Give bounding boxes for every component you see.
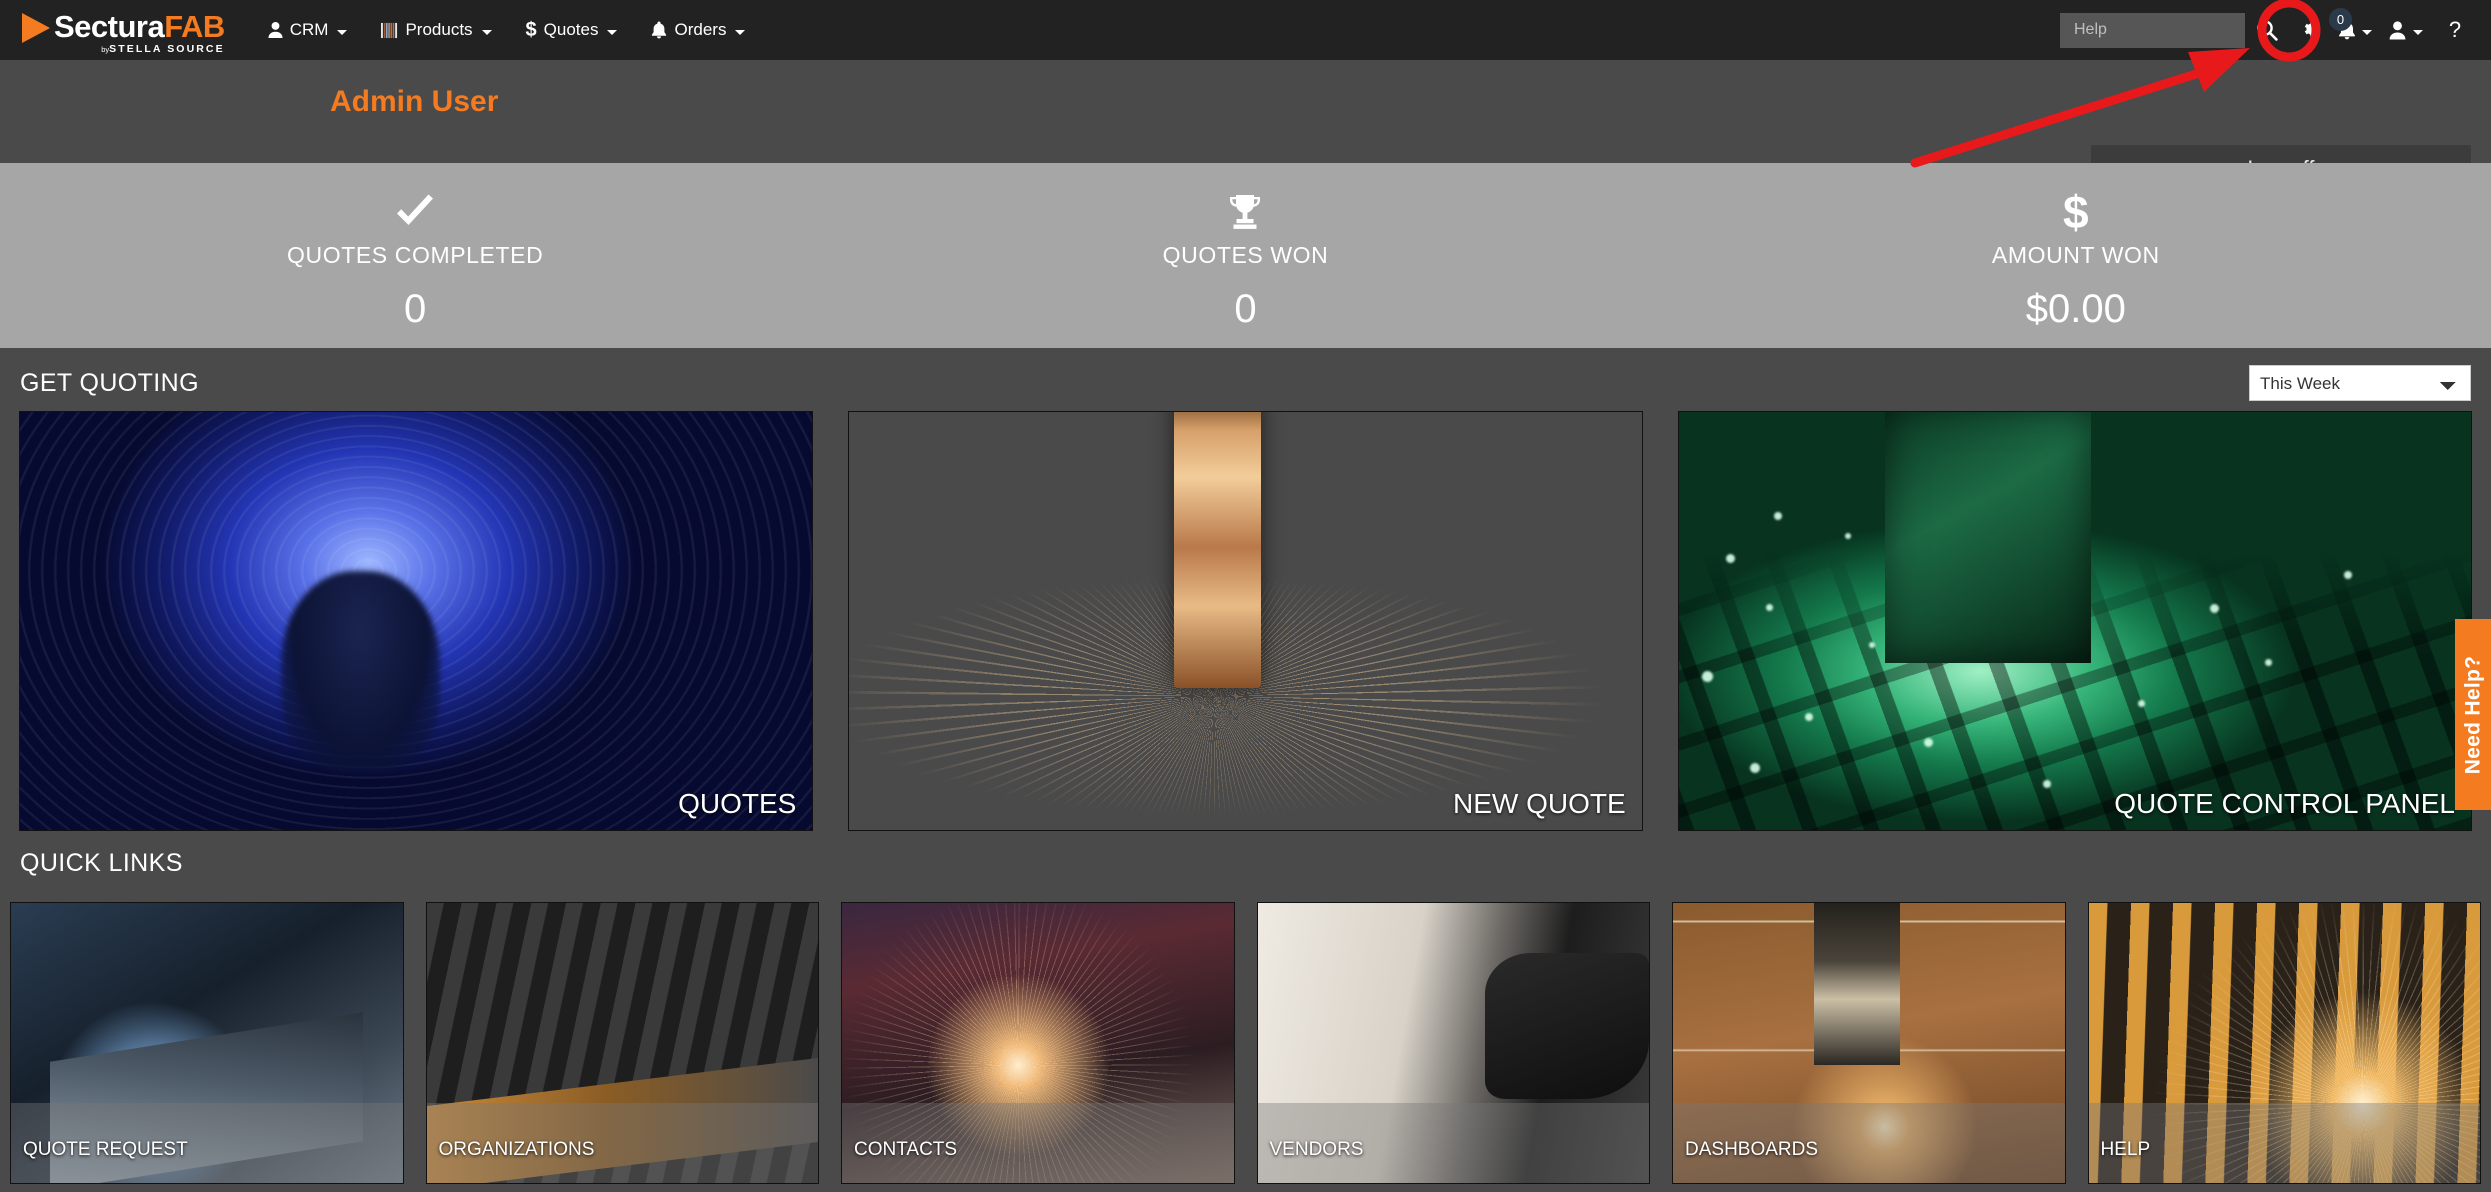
navbar-right-controls: 0 ? xyxy=(2060,0,2491,60)
nav-item-products-label: Products xyxy=(405,20,473,39)
help-icon[interactable]: ? xyxy=(2433,0,2477,60)
navbar-menu: CRM Products $ Quotes Orders xyxy=(251,0,763,60)
barcode-icon xyxy=(381,22,398,39)
chevron-down-icon xyxy=(337,29,348,35)
quick-link-quote-request[interactable]: QUOTE REQUEST xyxy=(10,902,404,1184)
get-quoting-tiles: QUOTES NEW QUOTE QUOTE CONTROL PANEL xyxy=(19,411,2472,831)
stat-label: AMOUNT WON xyxy=(1991,241,2160,268)
quick-links-tiles: QUOTE REQUEST ORGANIZATIONS CONTACTS VEN… xyxy=(10,902,2481,1187)
dollar-icon: $ xyxy=(2063,185,2089,238)
stats-bar: QUOTES COMPLETED 0 QUOTES WON 0 $ AMOUNT… xyxy=(0,163,2491,348)
gear-icon[interactable] xyxy=(2289,0,2333,60)
account-menu-button[interactable] xyxy=(2377,0,2433,60)
stat-quotes-completed: QUOTES COMPLETED 0 xyxy=(0,163,830,348)
quick-link-organizations[interactable]: ORGANIZATIONS xyxy=(425,902,819,1184)
nav-item-orders-label: Orders xyxy=(674,20,727,39)
tile-new-quote-image xyxy=(849,412,1641,830)
quick-link-help[interactable]: HELP xyxy=(2087,902,2481,1184)
nav-item-quotes-label: Quotes xyxy=(543,20,599,39)
quick-link-organizations-label: ORGANIZATIONS xyxy=(438,1139,595,1160)
nav-item-crm-label: CRM xyxy=(289,20,329,39)
tile-new-quote[interactable]: NEW QUOTE xyxy=(848,411,1643,831)
stat-value: $0.00 xyxy=(2025,286,2126,331)
dollar-icon: $ xyxy=(525,18,537,41)
stat-label: QUOTES COMPLETED xyxy=(287,241,544,268)
tile-quotes[interactable]: QUOTES xyxy=(19,411,814,831)
quick-link-contacts[interactable]: CONTACTS xyxy=(841,902,1235,1184)
brand-name: SecturaFAB xyxy=(54,11,225,42)
nav-item-quotes[interactable]: $ Quotes xyxy=(509,0,635,60)
quick-link-vendors-label: VENDORS xyxy=(1269,1139,1364,1160)
search-icon[interactable] xyxy=(2245,0,2289,60)
quick-link-vendors[interactable]: VENDORS xyxy=(1256,902,1650,1184)
brand-name-part1: Sectura xyxy=(54,8,165,44)
need-help-tab[interactable]: Need Help? xyxy=(2455,619,2491,810)
user-icon xyxy=(2389,20,2405,39)
stat-label: QUOTES WON xyxy=(1162,241,1329,268)
tile-quotes-label: QUOTES xyxy=(678,788,797,819)
page-header: Admin User Log off xyxy=(0,60,2491,193)
check-icon xyxy=(394,188,436,236)
brand-tagline-text: STELLA SOURCE xyxy=(109,42,225,55)
section-title-quick-links: QUICK LINKS xyxy=(20,848,183,877)
tile-quote-control-panel-image xyxy=(1678,412,2471,830)
chevron-down-icon xyxy=(2412,29,2423,35)
quick-link-contacts-label: CONTACTS xyxy=(854,1139,958,1160)
brand-logo[interactable]: SecturaFAB bySTELLA SOURCE xyxy=(22,6,225,54)
nav-item-products[interactable]: Products xyxy=(364,0,508,60)
stat-value: 0 xyxy=(404,286,427,331)
stat-quotes-won: QUOTES WON 0 xyxy=(830,163,1660,348)
brand-arrow-icon xyxy=(22,13,50,43)
nav-item-orders[interactable]: Orders xyxy=(634,0,762,60)
notification-badge: 0 xyxy=(2329,8,2352,31)
brand-name-part2: FAB xyxy=(164,8,225,44)
trophy-icon xyxy=(1225,188,1265,236)
stat-value: 0 xyxy=(1234,286,1257,331)
chevron-down-icon xyxy=(2362,29,2372,35)
tile-new-quote-label: NEW QUOTE xyxy=(1452,788,1626,819)
need-help-label: Need Help? xyxy=(2461,655,2484,774)
page-title: Admin User xyxy=(330,85,499,118)
quick-link-dashboards-label: DASHBOARDS xyxy=(1685,1139,1819,1160)
period-filter-select[interactable]: This Week xyxy=(2249,365,2471,401)
chevron-down-icon xyxy=(607,29,618,35)
chevron-down-icon xyxy=(735,29,746,35)
tile-quote-control-panel[interactable]: QUOTE CONTROL PANEL xyxy=(1677,411,2472,831)
quick-link-help-label: HELP xyxy=(2100,1139,2151,1160)
brand-tagline-prefix: by xyxy=(101,44,110,54)
top-navbar: SecturaFAB bySTELLA SOURCE CRM Products … xyxy=(0,0,2491,60)
tile-quotes-image xyxy=(20,412,813,830)
bell-icon xyxy=(651,21,667,39)
brand-tagline: bySTELLA SOURCE xyxy=(54,42,225,55)
chevron-down-icon xyxy=(481,29,492,35)
tile-quote-control-panel-label: QUOTE CONTROL PANEL xyxy=(2114,788,2455,819)
section-title-get-quoting: GET QUOTING xyxy=(20,368,199,397)
quick-links-header: QUICK LINKS xyxy=(0,843,2491,883)
nav-item-crm[interactable]: CRM xyxy=(251,0,365,60)
quick-link-dashboards[interactable]: DASHBOARDS xyxy=(1672,902,2066,1184)
stat-amount-won: $ AMOUNT WON $0.00 xyxy=(1661,163,2491,348)
notifications-button[interactable]: 0 xyxy=(2329,0,2377,60)
quick-link-quote-request-label: QUOTE REQUEST xyxy=(23,1139,188,1160)
user-icon xyxy=(268,21,283,39)
search-input[interactable] xyxy=(2060,12,2245,48)
get-quoting-header: GET QUOTING This Week xyxy=(0,362,2491,404)
